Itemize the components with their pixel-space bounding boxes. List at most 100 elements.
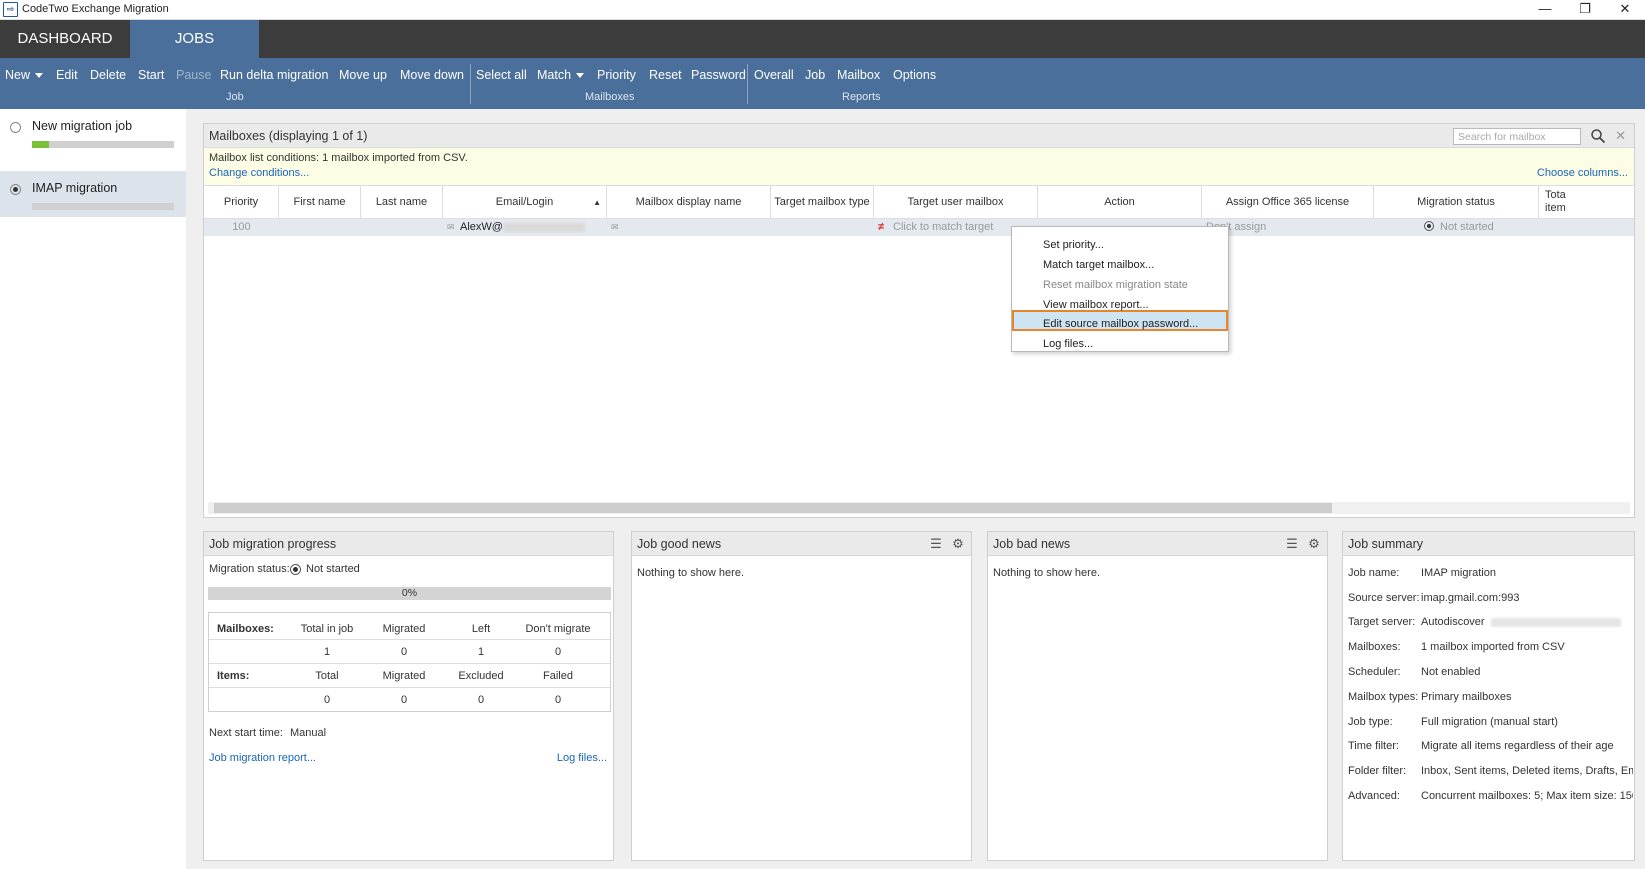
summary-key: Job name: (1348, 567, 1400, 579)
summary-key: Mailbox types: (1348, 691, 1419, 703)
menu-item-log-files[interactable]: Log files... (1043, 338, 1093, 350)
menu-item-view-report[interactable]: View mailbox report... (1043, 299, 1149, 311)
divider (209, 687, 610, 688)
summary-value: IMAP migration (1421, 567, 1496, 579)
progress-percent: 0% (401, 587, 418, 599)
summary-key: Time filter: (1348, 740, 1399, 752)
sidebar-job-imap-migration[interactable]: IMAP migration (0, 171, 186, 217)
move-up-button[interactable]: Move up (339, 68, 387, 82)
new-button[interactable]: New (5, 68, 44, 82)
caret-down-icon (35, 73, 44, 79)
mailboxes-group-label: Mailboxes (585, 91, 635, 103)
run-delta-migration-button[interactable]: Run delta migration (220, 68, 328, 82)
reset-button[interactable]: Reset (649, 68, 682, 82)
menu-item-set-priority[interactable]: Set priority... (1043, 239, 1104, 251)
close-window-button[interactable]: ✕ (1605, 0, 1645, 20)
job-report-button[interactable]: Job (805, 68, 825, 82)
restore-button[interactable]: ❐ (1565, 0, 1605, 20)
mailbox-context-menu: Set priority... Match target mailbox... … (1011, 226, 1229, 352)
column-action[interactable]: Action (1038, 186, 1202, 219)
stat-value: 0 (400, 694, 408, 706)
scrollbar-thumb[interactable] (214, 503, 1332, 513)
tab-jobs[interactable]: JOBS (130, 20, 259, 58)
redacted-server (1490, 617, 1621, 627)
pause-button[interactable]: Pause (176, 68, 211, 82)
mailbox-search-input[interactable]: Search for mailbox (1453, 128, 1581, 145)
column-last-name[interactable]: Last name (361, 186, 443, 219)
delete-button[interactable]: Delete (90, 68, 126, 82)
column-first-name[interactable]: First name (279, 186, 361, 219)
start-button[interactable]: Start (138, 68, 164, 82)
change-conditions-link[interactable]: Change conditions... (209, 167, 309, 179)
tab-dashboard[interactable]: DASHBOARD (0, 20, 130, 58)
match-button[interactable]: Match (537, 68, 585, 82)
job-migration-report-link[interactable]: Job migration report... (209, 752, 316, 764)
job-status-radio-icon (10, 184, 21, 195)
migration-status-value: Not started (306, 563, 360, 575)
search-icon[interactable] (1590, 128, 1606, 144)
summary-value: Autodiscover (1421, 616, 1633, 628)
mailbox-grid-header: Priority First name Last name Email/Logi… (204, 185, 1634, 219)
column-assign-license[interactable]: Assign Office 365 license (1202, 186, 1374, 219)
match-button-label: Match (537, 68, 572, 82)
main-tab-bar: DASHBOARD JOBS (0, 20, 1645, 58)
clear-list-icon[interactable]: ☰ (928, 536, 944, 552)
summary-key: Folder filter: (1348, 765, 1407, 777)
sidebar-job-name: IMAP migration (32, 181, 118, 195)
good-news-header: Job good news ☰ ⚙ (632, 532, 971, 556)
password-button[interactable]: Password (691, 68, 746, 82)
horizontal-scrollbar[interactable] (208, 502, 1630, 514)
stat-header: Total in job (300, 623, 354, 635)
column-target-mailbox-type[interactable]: Target mailbox type (771, 186, 874, 219)
menu-item-match-target[interactable]: Match target mailbox... (1043, 259, 1154, 271)
stat-value: 0 (554, 694, 562, 706)
gear-icon[interactable]: ⚙ (1306, 536, 1322, 552)
mailbox-report-button[interactable]: Mailbox (837, 68, 880, 82)
summary-key: Scheduler: (1348, 666, 1401, 678)
mailbox-icon: ✉ (611, 222, 619, 232)
status-radio-icon (290, 564, 301, 575)
stat-value: 0 (554, 646, 562, 658)
column-email-login[interactable]: Email/Login ▲ (443, 186, 607, 219)
summary-key: Job type: (1348, 716, 1393, 728)
summary-header: Job summary (1343, 532, 1634, 556)
column-priority[interactable]: Priority (204, 186, 279, 219)
choose-columns-link[interactable]: Choose columns... (1537, 167, 1628, 179)
column-mailbox-display-name[interactable]: Mailbox display name (607, 186, 771, 219)
select-all-button[interactable]: Select all (476, 68, 527, 82)
divider (209, 663, 610, 664)
job-summary-panel: Job summary Job name: IMAP migration Sou… (1342, 531, 1635, 861)
menu-item-edit-source-password[interactable]: Edit source mailbox password... (1043, 318, 1198, 330)
summary-key: Mailboxes: (1348, 641, 1401, 653)
title-bar: ⇨ CodeTwo Exchange Migration — ❐ ✕ (0, 0, 1645, 20)
column-total-items[interactable]: Tota item (1539, 186, 1579, 219)
clear-list-icon[interactable]: ☰ (1284, 536, 1300, 552)
priority-button[interactable]: Priority (597, 68, 636, 82)
move-down-button[interactable]: Move down (400, 68, 464, 82)
log-files-link[interactable]: Log files... (557, 752, 607, 764)
column-target-user-mailbox[interactable]: Target user mailbox (874, 186, 1038, 219)
job-migration-progress-panel: Job migration progress Migration status:… (203, 531, 614, 861)
progress-fill (32, 141, 50, 148)
stat-header: Excluded (458, 670, 504, 682)
reports-group-label: Reports (842, 91, 881, 103)
sidebar-job-new-migration[interactable]: New migration job (0, 109, 186, 155)
mailboxes-panel-title: Mailboxes (displaying 1 of 1) (209, 129, 368, 143)
table-row[interactable]: 100 ✉ AlexW@ ✉ ≠ Click to match target D… (204, 219, 1634, 236)
app-logo-icon: ⇨ (3, 2, 18, 17)
edit-button[interactable]: Edit (56, 68, 78, 82)
summary-value: imap.gmail.com:993 (1421, 592, 1520, 604)
options-button[interactable]: Options (893, 68, 936, 82)
minimize-button[interactable]: — (1525, 0, 1565, 20)
job-bad-news-panel: Job bad news ☰ ⚙ Nothing to show here. (987, 531, 1328, 861)
clear-search-icon[interactable]: ✕ (1615, 128, 1626, 144)
gear-icon[interactable]: ⚙ (950, 536, 966, 552)
overall-report-button[interactable]: Overall (754, 68, 794, 82)
job-progress-bar: 0% (208, 587, 611, 600)
menu-item-reset-state[interactable]: Reset mailbox migration state (1043, 279, 1188, 291)
column-migration-status[interactable]: Migration status (1374, 186, 1539, 219)
migration-stats-table: Mailboxes: Total in job Migrated Left Do… (208, 612, 611, 712)
summary-key: Source server: (1348, 592, 1420, 604)
stat-header: Total (315, 670, 339, 682)
status-radio-icon (1424, 219, 1436, 236)
